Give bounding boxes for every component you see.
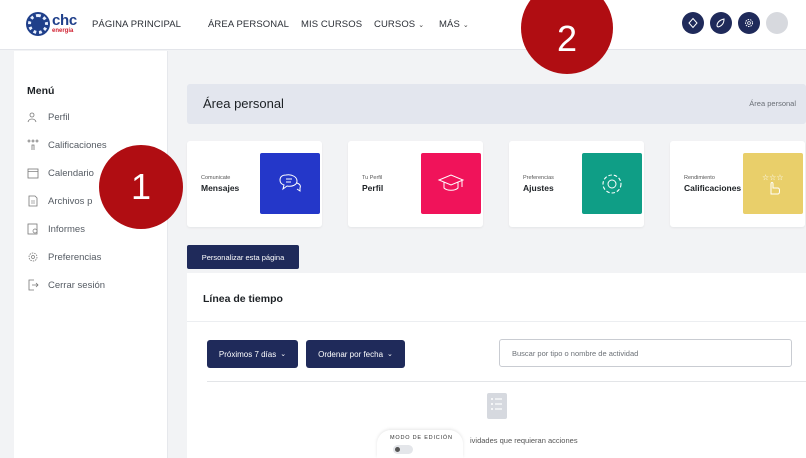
reports-icon xyxy=(27,223,38,235)
grades-icon xyxy=(27,139,39,150)
breadcrumb[interactable]: Área personal xyxy=(749,99,796,108)
chevron-down-icon: ⌄ xyxy=(387,351,393,358)
card-title: Mensajes xyxy=(201,183,240,193)
timeline-sort-label: Ordenar por fecha xyxy=(318,349,384,359)
rating-hand-icon: ☆☆☆ xyxy=(743,153,803,214)
card-subtitle: Preferencias xyxy=(523,175,554,181)
sidebar-item-reports[interactable]: Informes xyxy=(27,223,85,235)
preferences-icon xyxy=(28,252,38,262)
chevron-down-icon: ⌄ xyxy=(280,351,287,358)
sidebar-item-label: Cerrar sesión xyxy=(48,279,106,291)
timeline-sort-dropdown[interactable]: Ordenar por fecha ⌄ xyxy=(306,340,405,368)
nav-courses-label: CURSOS xyxy=(374,19,416,30)
timeline-empty-message: ividades que requieran acciones xyxy=(462,436,578,445)
page-title: Área personal xyxy=(203,96,284,111)
sidebar-item-label: Preferencias xyxy=(48,251,102,263)
timeline-title: Línea de tiempo xyxy=(203,293,283,305)
sidebar-item-calendar[interactable]: Calendario xyxy=(27,167,94,179)
gear-icon xyxy=(582,153,642,214)
timeline-block: Línea de tiempo Próximos 7 días ⌄ Ordena… xyxy=(187,273,806,458)
empty-list-icon xyxy=(487,393,507,419)
nav-more-dropdown[interactable]: MÁS ⌄ xyxy=(439,19,469,30)
sidebar-item-preferences[interactable]: Preferencias xyxy=(27,251,101,263)
sidebar-item-label: Informes xyxy=(48,223,85,235)
sidebar-item-files[interactable]: Archivos p xyxy=(27,195,92,207)
card-title: Calificaciones xyxy=(684,183,742,193)
top-icons xyxy=(682,12,788,34)
user-avatar[interactable] xyxy=(766,12,788,34)
card-subtitle: Comunicate xyxy=(201,175,231,181)
card-subtitle: Rendimiento xyxy=(684,175,715,181)
nav-home[interactable]: PÁGINA PRINCIPAL xyxy=(92,19,181,30)
timeline-empty-text: ividades que requieran acciones xyxy=(470,436,578,445)
edit-mode-toggle[interactable]: MODO DE EDICIÓN xyxy=(377,430,463,458)
chevron-down-icon: ⌄ xyxy=(418,22,425,29)
card-title: Perfil xyxy=(362,183,384,193)
logo-main: chc xyxy=(52,12,77,29)
sidebar-item-label: Archivos p xyxy=(48,195,93,207)
logo-tagline: energía xyxy=(52,28,74,34)
nav-my-courses[interactable]: MIS CURSOS xyxy=(301,19,362,30)
sidebar-item-label: Calificaciones xyxy=(48,139,107,151)
notifications-icon[interactable] xyxy=(682,12,704,34)
card-settings[interactable]: Preferencias Ajustes xyxy=(509,141,644,227)
card-subtitle: Tu Perfil xyxy=(362,175,383,181)
page-header: Área personal Área personal xyxy=(187,84,806,124)
chevron-down-icon: ⌄ xyxy=(462,22,469,29)
edit-mode-label: MODO DE EDICIÓN xyxy=(390,435,453,441)
sidebar-item-profile[interactable]: Perfil xyxy=(27,111,70,123)
customize-page-button[interactable]: Personalizar esta página xyxy=(187,245,299,269)
graduation-cap-icon xyxy=(421,153,481,214)
sidebar: Menú Perfil Calificaciones Calendario Ar… xyxy=(14,51,168,458)
card-profile[interactable]: Tu Perfil Perfil xyxy=(348,141,483,227)
settings-icon[interactable] xyxy=(738,12,760,34)
calendar-icon xyxy=(27,168,39,179)
files-icon xyxy=(28,195,38,207)
card-messages[interactable]: Comunicate Mensajes xyxy=(187,141,322,227)
edit-mode-switch[interactable] xyxy=(393,445,413,454)
sidebar-item-logout[interactable]: Cerrar sesión xyxy=(27,279,105,291)
logo-gear-icon xyxy=(28,13,48,34)
callout-marker-1: 1 xyxy=(99,145,183,229)
sidebar-item-label: Calendario xyxy=(48,167,94,179)
sidebar-item-label: Perfil xyxy=(48,111,70,123)
card-grades[interactable]: Rendimiento Calificaciones ☆☆☆ xyxy=(670,141,805,227)
callout-marker-2-label: 2 xyxy=(556,18,578,59)
callout-marker-2: 2 xyxy=(521,0,613,74)
timeline-search-input[interactable]: Buscar por tipo o nombre de actividad xyxy=(499,339,792,367)
toggle-knob xyxy=(395,447,400,452)
logout-icon xyxy=(28,279,39,291)
nav-personal-area[interactable]: ÁREA PERSONAL xyxy=(208,19,289,30)
nav-more-label: MÁS xyxy=(439,19,460,30)
top-navbar: chc energía PÁGINA PRINCIPAL ÁREA PERSON… xyxy=(0,0,806,50)
sidebar-item-grades[interactable]: Calificaciones xyxy=(27,139,107,151)
messages-icon[interactable] xyxy=(710,12,732,34)
sidebar-title: Menú xyxy=(27,85,55,97)
logo-text: chc energía xyxy=(52,13,77,34)
nav-courses-dropdown[interactable]: CURSOS ⌄ xyxy=(374,19,424,30)
card-title: Ajustes xyxy=(523,183,554,193)
svg-text:☆☆☆: ☆☆☆ xyxy=(762,173,784,182)
timeline-filter-label: Próximos 7 días xyxy=(218,349,277,359)
brand-logo[interactable]: chc energía xyxy=(28,13,77,34)
divider xyxy=(187,321,806,322)
divider xyxy=(207,381,806,382)
timeline-filter-dropdown[interactable]: Próximos 7 días ⌄ xyxy=(207,340,298,368)
profile-icon xyxy=(27,112,37,123)
chat-icon xyxy=(260,153,320,214)
